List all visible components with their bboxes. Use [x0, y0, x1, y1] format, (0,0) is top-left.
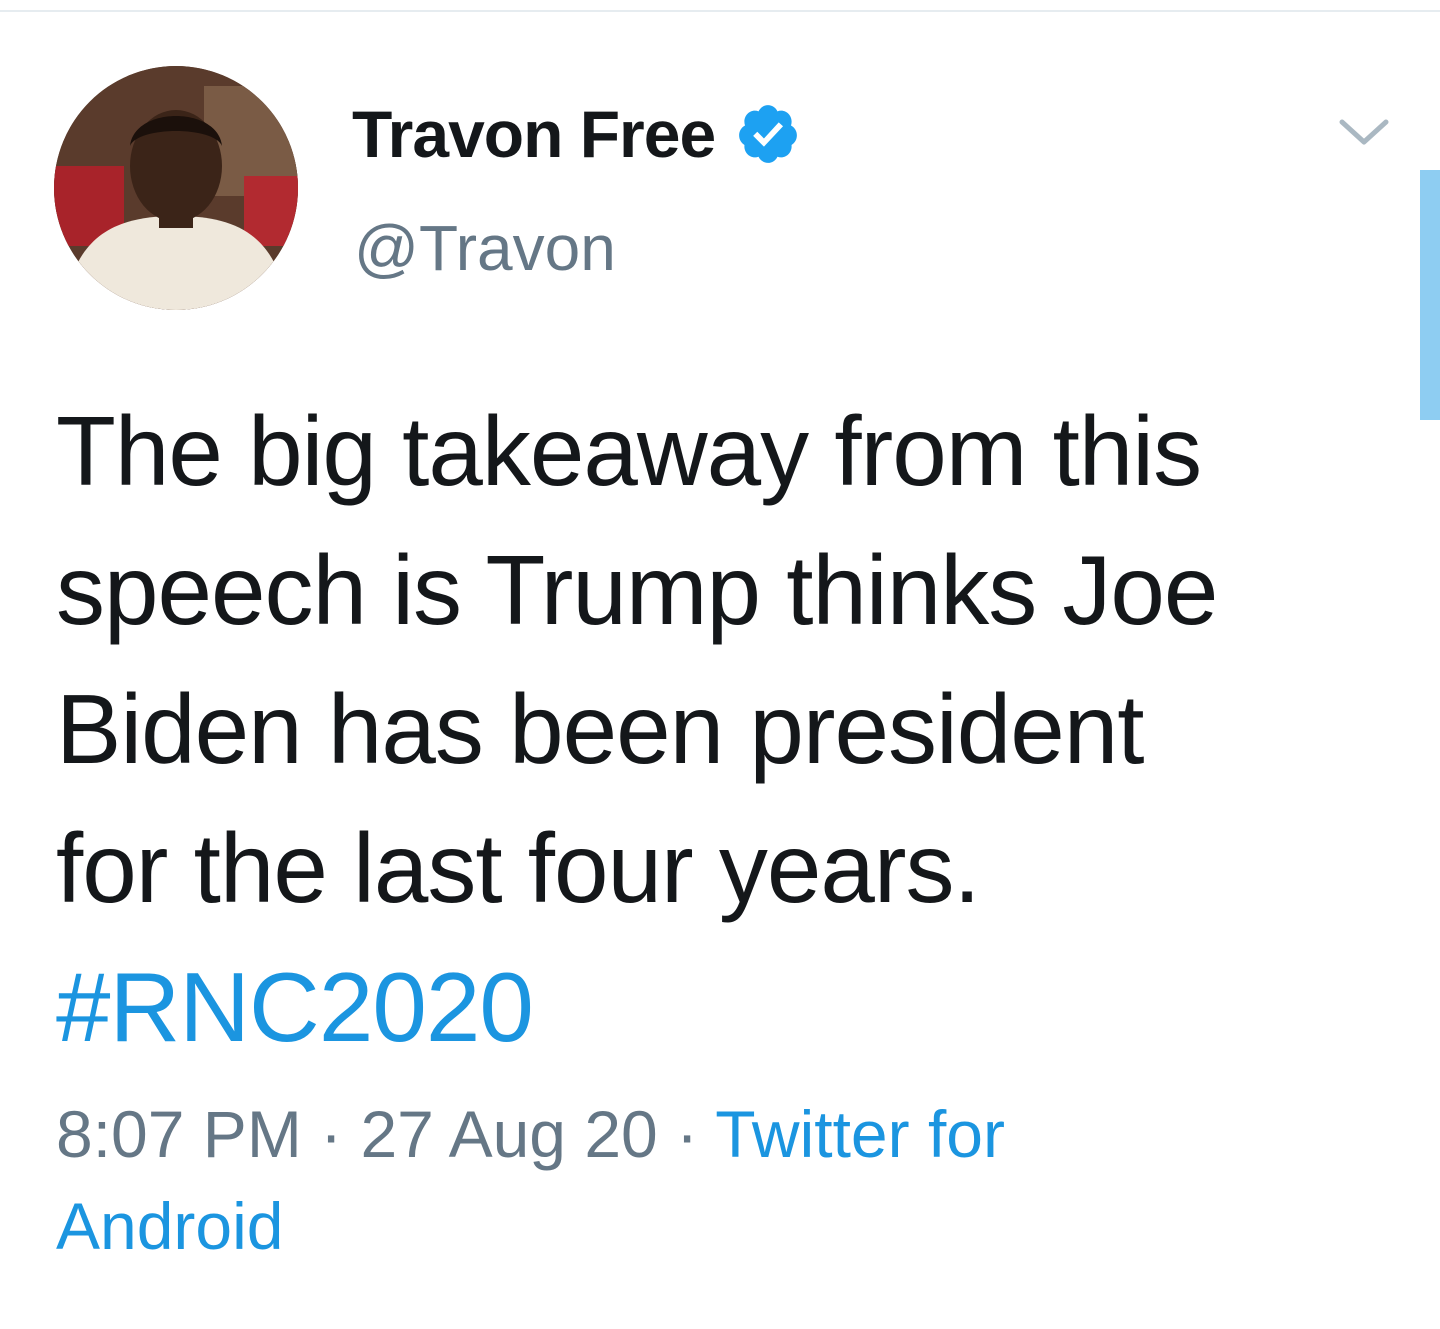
tweet-meta: 8:07 PM · 27 Aug 20 · Twitter for Androi… [56, 1088, 1396, 1272]
tweet-meta-line: 8:07 PM · 27 Aug 20 · Twitter for [56, 1088, 1396, 1180]
chevron-down-icon[interactable] [1336, 110, 1392, 154]
meta-separator: · [676, 1097, 699, 1171]
tweet-text-line: for the last four years. [56, 813, 981, 923]
meta-separator: · [320, 1097, 343, 1171]
avatar-image [54, 66, 298, 310]
avatar[interactable] [54, 66, 298, 310]
display-name[interactable]: Travon Free [352, 94, 716, 174]
user-handle[interactable]: @Travon [354, 208, 616, 288]
tweet-text: The big takeaway from this speech is Tru… [56, 382, 1416, 1077]
tweet-text-line: Biden has been president [56, 674, 1145, 784]
display-name-row: Travon Free [352, 94, 801, 174]
tweet-text-line: speech is Trump thinks Joe [56, 535, 1218, 645]
tweet-source-link-continued[interactable]: Android [56, 1180, 1396, 1272]
tweet-date[interactable]: 27 Aug 20 [360, 1097, 657, 1171]
scrollbar[interactable] [1420, 170, 1440, 420]
tweet-text-line: The big takeaway from this [56, 396, 1202, 506]
tweet-time[interactable]: 8:07 PM [56, 1097, 302, 1171]
top-divider [0, 10, 1440, 12]
tweet-source-link[interactable]: Twitter for [715, 1097, 1005, 1171]
verified-badge-icon [739, 105, 798, 163]
hashtag-link[interactable]: #RNC2020 [56, 938, 1416, 1077]
